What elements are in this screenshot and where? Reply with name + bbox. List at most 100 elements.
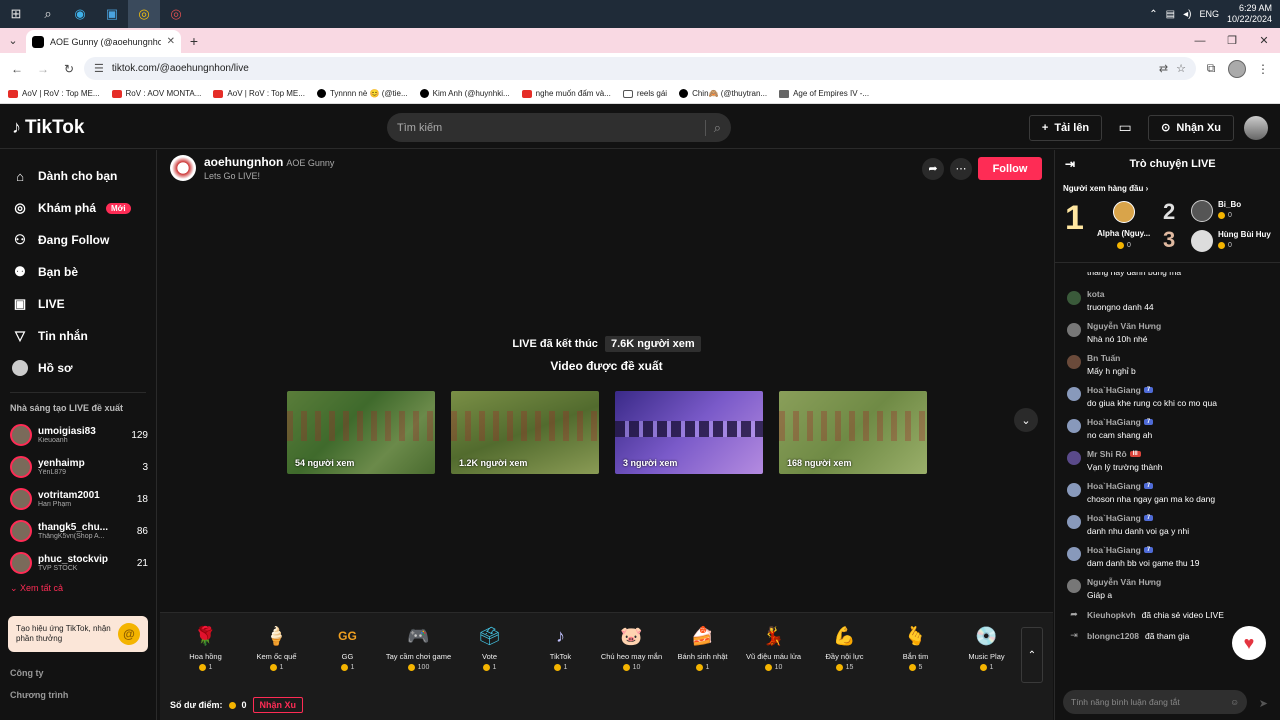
- share-icon[interactable]: ➦: [922, 157, 944, 180]
- bookmark-item[interactable]: AoV | RoV : Top ME...: [8, 89, 100, 98]
- chat-username[interactable]: Hoa`HaGiang 7: [1087, 385, 1269, 395]
- gift-item[interactable]: 💃 Vũ điệu máu lửa 10: [738, 623, 809, 685]
- chat-avatar[interactable]: [1067, 387, 1081, 401]
- get-coins-button[interactable]: ⊙ Nhận Xu: [1148, 114, 1234, 141]
- bookmark-item[interactable]: AoV | RoV : Top ME...: [213, 89, 305, 98]
- search-icon[interactable]: ⌕: [32, 0, 64, 28]
- chat-avatar[interactable]: [1067, 451, 1081, 465]
- live-creator-item[interactable]: thangk5_chu... ThắngK5vn(Shop A... 86: [0, 515, 156, 547]
- chat-messages[interactable]: thang nay danh bung ma kota truongno danh …: [1055, 272, 1280, 684]
- suggested-video-thumbnail[interactable]: 168 người xem: [779, 391, 927, 474]
- streamer-name[interactable]: aoehungnhon: [204, 155, 283, 169]
- minimize-icon[interactable]: —: [1184, 28, 1216, 53]
- tab-search-icon[interactable]: ⌄: [0, 28, 26, 53]
- language-indicator[interactable]: ENG: [1199, 9, 1219, 19]
- chevron-up-icon[interactable]: ⌃: [1021, 627, 1043, 683]
- send-icon[interactable]: ➤: [1259, 697, 1268, 710]
- sidebar-item-profile-avatar[interactable]: Hồ sơ: [0, 352, 156, 384]
- chat-username[interactable]: kota: [1087, 289, 1269, 299]
- live-creator-item[interactable]: umoigiasi83 Kieuoanh 129: [0, 419, 156, 451]
- chevron-up-icon[interactable]: ⌃: [1149, 9, 1157, 20]
- clock[interactable]: 6:29 AM 10/22/2024: [1227, 3, 1272, 25]
- sidebar-item-paper-plane[interactable]: ▽ Tin nhắn: [0, 320, 156, 352]
- chat-username[interactable]: Hoa`HaGiang 7: [1087, 513, 1269, 523]
- gift-item[interactable]: 🎮 Tay cầm chơi game 100: [383, 623, 454, 685]
- rank-avatar[interactable]: [1191, 230, 1213, 252]
- edge-icon[interactable]: ◉: [64, 0, 96, 28]
- sidebar-item-compass[interactable]: ◎ Khám phá Mới: [0, 192, 156, 224]
- rank-name[interactable]: Alpha (Nguy...: [1097, 229, 1150, 238]
- bookmark-star-icon[interactable]: ☆: [1176, 62, 1186, 75]
- chat-avatar[interactable]: [1067, 515, 1081, 529]
- footer-link-programs[interactable]: Chương trình: [0, 684, 156, 706]
- see-all-link[interactable]: ⌄ Xem tất cả: [0, 579, 156, 598]
- suggested-video-thumbnail[interactable]: 54 người xem: [287, 391, 435, 474]
- chat-avatar[interactable]: [1067, 323, 1081, 337]
- chat-username[interactable]: Hoa`HaGiang 7: [1087, 545, 1269, 555]
- gift-item[interactable]: 🐷 Chú heo may mắn 10: [596, 623, 667, 685]
- effects-promo-banner[interactable]: Tạo hiệu ứng TikTok, nhận phần thưởng @: [8, 616, 148, 652]
- bookmark-item[interactable]: Chin🙈 (@thuytran...: [679, 89, 767, 98]
- url-text[interactable]: tiktok.com/@aoehungnhon/live: [112, 63, 1151, 74]
- back-icon[interactable]: ←: [6, 58, 28, 80]
- tiktok-logo[interactable]: ♪ TikTok: [12, 117, 84, 139]
- translate-icon[interactable]: ⇄: [1159, 62, 1168, 75]
- live-creator-item[interactable]: yenhaimp YếnL879 3: [0, 451, 156, 483]
- search-icon[interactable]: ⌕: [714, 120, 721, 136]
- volume-icon[interactable]: ◂): [1183, 9, 1191, 20]
- gift-item[interactable]: 🍰 Bánh sinh nhật 1: [667, 623, 738, 685]
- inbox-icon[interactable]: ▭: [1112, 115, 1138, 141]
- chrome-profile-icon[interactable]: ◎: [160, 0, 192, 28]
- gift-item[interactable]: 🍦 Kem ốc quế 1: [241, 623, 312, 685]
- chat-avatar[interactable]: [1067, 483, 1081, 497]
- gift-item[interactable]: GG GG 1: [312, 623, 383, 685]
- emoji-icon[interactable]: ☺: [1230, 697, 1239, 707]
- app-icon[interactable]: ▣: [96, 0, 128, 28]
- upload-button[interactable]: + Tải lên: [1028, 114, 1103, 141]
- start-icon[interactable]: ⊞: [0, 0, 32, 28]
- restore-icon[interactable]: ❐: [1216, 28, 1248, 53]
- sidebar-item-home[interactable]: ⌂ Dành cho bạn: [0, 160, 156, 192]
- close-window-icon[interactable]: ✕: [1248, 28, 1280, 53]
- bookmark-item[interactable]: Kim Anh (@huynhki...: [419, 89, 510, 98]
- collapse-chat-icon[interactable]: ⇥: [1065, 157, 1075, 171]
- forward-icon[interactable]: →: [32, 58, 54, 80]
- chat-avatar[interactable]: [1067, 419, 1081, 433]
- extensions-icon[interactable]: ⧉: [1200, 58, 1222, 80]
- chat-username-text[interactable]: Kieuhopkvh: [1087, 610, 1136, 620]
- more-options-icon[interactable]: ⋯: [950, 157, 972, 180]
- chat-input[interactable]: Tính năng bình luận đang tắt ☺: [1063, 690, 1247, 714]
- gift-item[interactable]: 💿 Music Play 1: [951, 623, 1022, 685]
- gift-item[interactable]: 💪 Đầy nội lực 15: [809, 623, 880, 685]
- gift-item[interactable]: 🫰 Bắn tim 5: [880, 623, 951, 685]
- chevron-down-icon[interactable]: ⌄: [1014, 408, 1038, 432]
- chat-avatar[interactable]: [1067, 291, 1081, 305]
- reload-icon[interactable]: ↻: [58, 58, 80, 80]
- sidebar-item-live[interactable]: ▣ LIVE: [0, 288, 156, 320]
- user-avatar[interactable]: [1244, 115, 1268, 140]
- rank-avatar[interactable]: [1113, 201, 1135, 223]
- chat-username[interactable]: Bn Tuấn: [1087, 353, 1269, 363]
- kebab-menu-icon[interactable]: ⋮: [1252, 58, 1274, 80]
- chat-username[interactable]: Mr Shi Rô III: [1087, 449, 1269, 459]
- close-tab-icon[interactable]: ✕: [167, 36, 175, 47]
- browser-tab-active[interactable]: AOE Gunny (@aoehungnhon) · ✕: [26, 30, 181, 53]
- search-input[interactable]: Tìm kiếm ⌕: [387, 113, 731, 142]
- rank-avatar[interactable]: [1191, 200, 1213, 222]
- suggested-video-thumbnail[interactable]: 3 người xem: [615, 391, 763, 474]
- top-viewers-link[interactable]: Người xem hàng đầu ›: [1055, 178, 1280, 199]
- gift-item[interactable]: ♪ TikTok 1: [525, 623, 596, 685]
- suggested-video-thumbnail[interactable]: 1.2K người xem: [451, 391, 599, 474]
- chat-avatar[interactable]: [1067, 547, 1081, 561]
- heart-icon[interactable]: ♥: [1232, 626, 1266, 660]
- network-icon[interactable]: ▤: [1166, 9, 1175, 20]
- bookmark-item[interactable]: Age of Empires IV -...: [779, 89, 869, 98]
- chat-username[interactable]: Hoa`HaGiang 7: [1087, 481, 1269, 491]
- sidebar-item-person-plus[interactable]: ⚇ Đang Follow: [0, 224, 156, 256]
- chat-username[interactable]: Nguyễn Văn Hưng: [1087, 577, 1269, 587]
- gift-item[interactable]: 🗳 Vote 1: [454, 623, 525, 685]
- bookmark-item[interactable]: nghe muốn đấm và...: [521, 89, 611, 98]
- live-creator-item[interactable]: phuc_stockvip TVP STOCK 21: [0, 547, 156, 579]
- rank-name[interactable]: Bi_Bo: [1218, 200, 1241, 209]
- follow-button[interactable]: Follow: [978, 157, 1042, 180]
